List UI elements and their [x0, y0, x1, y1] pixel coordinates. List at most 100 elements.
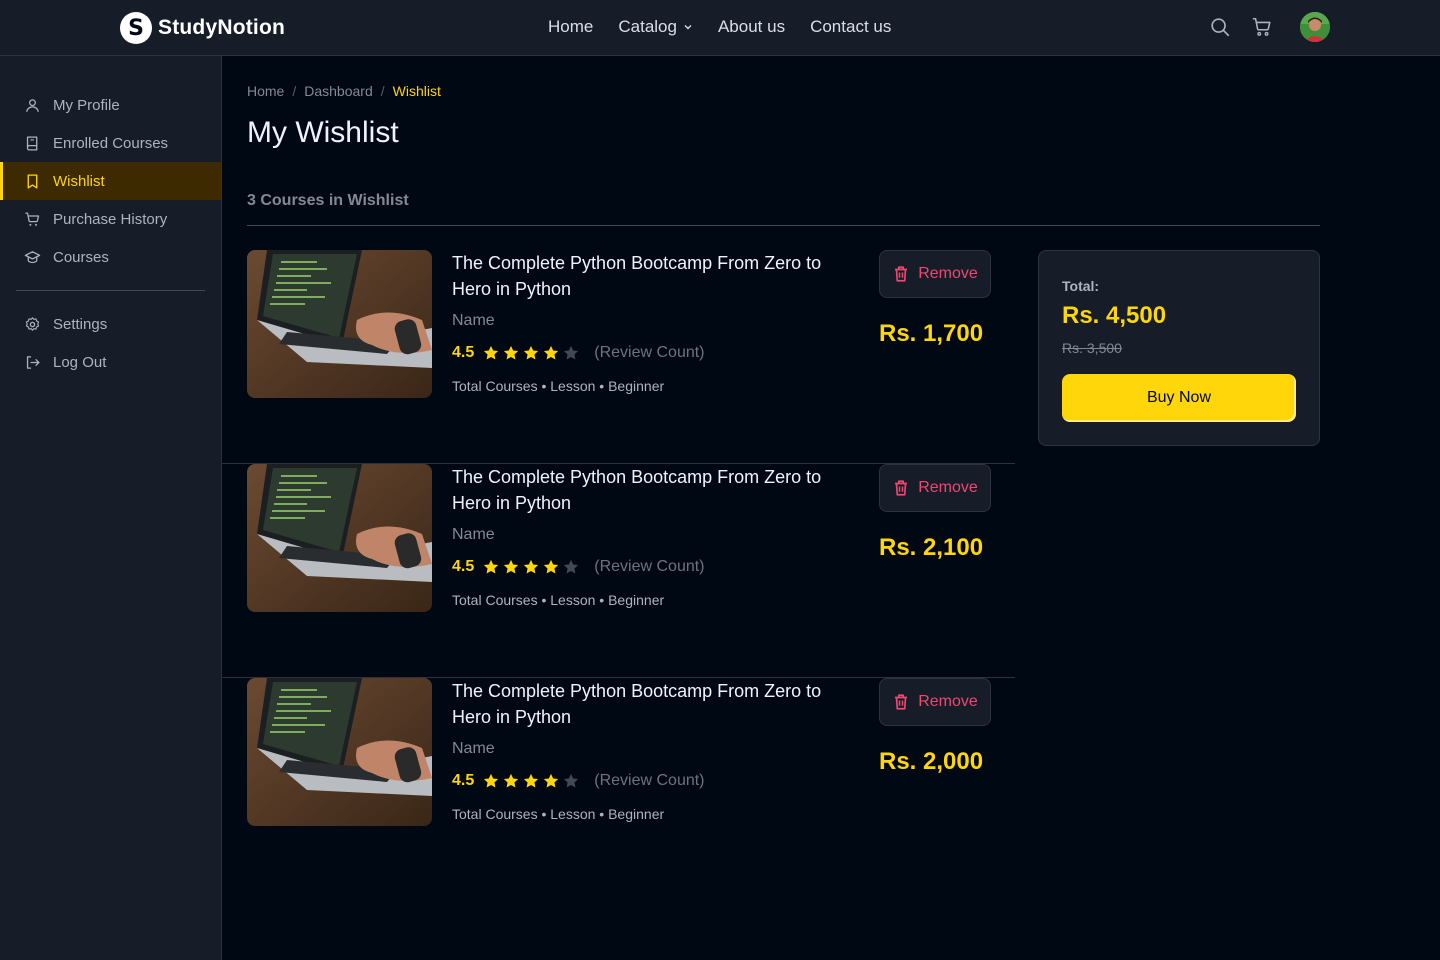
review-count: (Review Count) — [594, 344, 705, 361]
graduation-cap-icon — [24, 250, 41, 263]
course-price: Rs. 2,000 — [879, 748, 984, 775]
course-thumbnail[interactable] — [247, 464, 432, 612]
wishlist-item: The Complete Python Bootcamp From Zero t… — [222, 250, 1015, 464]
sidebar-item-label: Wishlist — [53, 172, 105, 190]
star-empty-icon — [564, 345, 579, 360]
sidebar-item-label: My Profile — [53, 96, 120, 114]
nav-actions — [1208, 12, 1330, 42]
wishlist-item: The Complete Python Bootcamp From Zero t… — [222, 464, 1015, 678]
sidebar-item-label: Courses — [53, 248, 109, 266]
laptop-coding-image — [247, 250, 432, 398]
chevron-down-icon — [684, 25, 692, 30]
sidebar-item-courses[interactable]: Courses — [0, 238, 221, 276]
rating-value: 4.5 — [452, 558, 475, 575]
user-icon — [26, 98, 39, 112]
page-title: My Wishlist — [247, 116, 399, 149]
star-empty-icon — [564, 773, 579, 788]
cart-icon — [1252, 17, 1271, 36]
star-filled-icon — [484, 773, 499, 788]
star-filled-icon — [484, 345, 499, 360]
remove-button[interactable]: Remove — [879, 464, 991, 512]
logo-text: StudyNotion — [158, 16, 286, 39]
remove-label: Remove — [918, 479, 978, 496]
bookmark-icon — [27, 173, 38, 189]
nav-about-link[interactable]: About us — [718, 17, 785, 37]
cart-summary: Total: Rs. 4,500 Rs. 3,500 Buy Now — [1038, 250, 1320, 446]
breadcrumb-separator: / — [380, 83, 385, 99]
star-filled-icon — [524, 345, 539, 360]
sidebar-divider — [16, 290, 205, 291]
review-count: (Review Count) — [594, 558, 705, 575]
avatar[interactable] — [1300, 12, 1330, 42]
course-meta: Total Courses • Lesson • Beginner — [452, 806, 665, 822]
wishlist-count: 3 Courses in Wishlist — [247, 192, 409, 209]
remove-label: Remove — [918, 693, 978, 710]
laptop-coding-image — [247, 678, 432, 826]
remove-label: Remove — [918, 265, 978, 282]
star-filled-icon — [544, 345, 559, 360]
sidebar-item-purchase-history[interactable]: Purchase History — [0, 200, 221, 238]
course-thumbnail[interactable] — [247, 250, 432, 398]
rating-stars — [482, 772, 580, 790]
nav-catalog-dropdown[interactable]: Catalog — [618, 17, 693, 37]
logo[interactable]: S StudyNotion — [120, 12, 285, 44]
trash-icon — [895, 480, 908, 496]
course-rating: 4.5 (Review Count) — [452, 772, 705, 790]
star-filled-icon — [504, 345, 519, 360]
breadcrumb-separator: / — [292, 83, 297, 99]
course-price: Rs. 1,700 — [879, 320, 984, 347]
search-button[interactable] — [1208, 15, 1232, 39]
rating-value: 4.5 — [452, 344, 475, 361]
course-rating: 4.5 (Review Count) — [452, 558, 705, 576]
rating-value: 4.5 — [452, 772, 475, 789]
total-label: Total: — [1062, 278, 1100, 294]
cart-icon — [25, 211, 40, 226]
course-thumbnail[interactable] — [247, 678, 432, 826]
course-title[interactable]: The Complete Python Bootcamp From Zero t… — [452, 464, 852, 516]
course-meta: Total Courses • Lesson • Beginner — [452, 592, 665, 608]
star-filled-icon — [524, 559, 539, 574]
sidebar-item-my-profile[interactable]: My Profile — [0, 86, 221, 124]
sidebar: My Profile Enrolled Courses Wishlist Pur… — [0, 56, 222, 960]
star-filled-icon — [544, 773, 559, 788]
course-title[interactable]: The Complete Python Bootcamp From Zero t… — [452, 678, 852, 730]
course-instructor: Name — [452, 526, 495, 543]
sidebar-item-label: Purchase History — [53, 210, 168, 228]
breadcrumb-dashboard[interactable]: Dashboard — [304, 83, 373, 99]
course-rating: 4.5 (Review Count) — [452, 344, 705, 362]
sidebar-item-wishlist[interactable]: Wishlist — [0, 162, 221, 200]
logo-mark: S — [120, 12, 152, 44]
star-filled-icon — [524, 773, 539, 788]
course-meta: Total Courses • Lesson • Beginner — [452, 378, 665, 394]
remove-button[interactable]: Remove — [879, 678, 991, 726]
rating-stars — [482, 344, 580, 362]
course-instructor: Name — [452, 740, 495, 757]
nav-contact-label: Contact us — [810, 17, 892, 36]
buy-now-button[interactable]: Buy Now — [1062, 374, 1296, 422]
breadcrumb: Home / Dashboard / Wishlist — [247, 83, 441, 99]
course-instructor: Name — [452, 312, 495, 329]
laptop-coding-image — [247, 464, 432, 612]
nav-home-link[interactable]: Home — [548, 17, 593, 37]
nav-contact-link[interactable]: Contact us — [810, 17, 891, 37]
gear-icon — [25, 316, 40, 331]
sidebar-item-label: Enrolled Courses — [53, 134, 169, 152]
divider — [247, 225, 1320, 226]
sidebar-item-enrolled-courses[interactable]: Enrolled Courses — [0, 124, 221, 162]
star-filled-icon — [544, 559, 559, 574]
star-empty-icon — [564, 559, 579, 574]
sidebar-item-label: Log Out — [53, 353, 107, 371]
remove-button[interactable]: Remove — [879, 250, 991, 298]
star-filled-icon — [504, 773, 519, 788]
sidebar-item-settings[interactable]: Settings — [0, 305, 221, 343]
trash-icon — [895, 266, 908, 282]
trash-icon — [895, 694, 908, 710]
original-price: Rs. 3,500 — [1062, 340, 1122, 356]
sidebar-item-log-out[interactable]: Log Out — [0, 343, 221, 381]
total-price: Rs. 4,500 — [1062, 302, 1167, 329]
course-title[interactable]: The Complete Python Bootcamp From Zero t… — [452, 250, 852, 302]
avatar-image — [1300, 12, 1330, 42]
cart-button[interactable] — [1250, 15, 1274, 39]
main-nav: Home Catalog About us Contact us — [548, 17, 891, 37]
breadcrumb-home[interactable]: Home — [247, 83, 284, 99]
